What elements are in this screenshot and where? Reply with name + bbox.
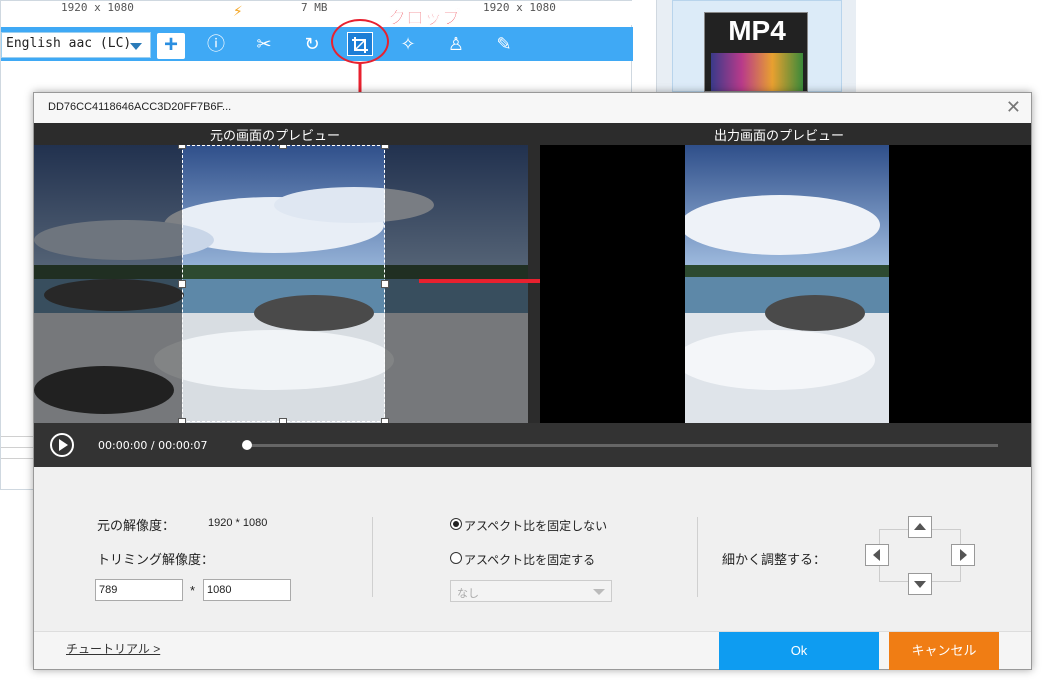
cropped-beach-image (685, 145, 889, 423)
dialog-footer: チュートリアル > Ok キャンセル (34, 631, 1031, 670)
nudge-right-button[interactable] (951, 544, 975, 566)
crop-mask-left (34, 145, 182, 423)
time-display: 00:00:00 / 00:00:07 (98, 439, 208, 452)
crop-settings-panel: 元の解像度： 1920 * 1080 トリミング解像度： 789 * 1080 … (34, 467, 1031, 631)
resolution-info-left: 1920 x 1080 (61, 1, 134, 14)
info-icon[interactable]: ⓘ (203, 32, 229, 56)
mp4-format-thumbnail: MP4 (704, 12, 808, 92)
playback-bar: 00:00:00 / 00:00:07 (34, 423, 1031, 467)
crop-highlight-ellipse (331, 19, 389, 64)
trim-height-input[interactable]: 1080 (203, 579, 291, 601)
aspect-free-radio[interactable]: アスペクト比を固定しない (450, 517, 607, 534)
crop-dialog: DD76CC4118646ACC3D20FF7B6F... ✕ 元の画面のプレビ… (33, 92, 1032, 670)
seek-track[interactable] (246, 444, 998, 447)
nudge-left-button[interactable] (865, 544, 889, 566)
film-strip-image (711, 53, 803, 91)
trim-width-input[interactable]: 789 (95, 579, 183, 601)
crop-handle-left[interactable] (178, 280, 186, 288)
audio-track-select[interactable]: English aac (LC) (1, 32, 151, 58)
nudge-down-button[interactable] (908, 573, 932, 595)
cancel-button[interactable]: キャンセル (889, 632, 999, 670)
add-audio-button[interactable]: + (157, 33, 185, 59)
resolution-info-right: 1920 x 1080 (483, 1, 556, 14)
aspect-ratio-value: なし (457, 588, 479, 600)
nudge-up-button[interactable] (908, 516, 932, 538)
current-time: 00:00:00 (98, 439, 148, 452)
arrow-left-icon (873, 549, 880, 561)
convert-bolt-icon: ⚡ (233, 1, 243, 20)
arrow-up-icon (914, 523, 926, 530)
aspect-fixed-label: アスペクト比を固定する (464, 553, 596, 567)
dialog-titlebar: DD76CC4118646ACC3D20FF7B6F... ✕ (34, 93, 1031, 123)
scissors-icon[interactable]: ✂ (251, 32, 277, 56)
aspect-free-label: アスペクト比を固定しない (464, 519, 608, 533)
effects-wand-icon[interactable]: ✧ (395, 32, 421, 56)
tutorial-link[interactable]: チュートリアル > (66, 640, 160, 657)
divider (697, 517, 698, 597)
play-icon[interactable] (50, 433, 74, 457)
radio-checked-icon (450, 518, 462, 530)
file-info-bar: 1920 x 1080 ⚡ 7 MB 1920 x 1080 (1, 1, 633, 25)
preview-area: 元の画面のプレビュー 出力画面のプレビュー 00:00:00 / 00:00:0… (34, 123, 1031, 467)
rotate-icon[interactable]: ↻ (299, 32, 325, 56)
subtitle-edit-icon[interactable]: ✎ (491, 32, 517, 56)
radio-unchecked-icon (450, 552, 462, 564)
mp4-label: MP4 (728, 15, 786, 46)
arrow-down-icon (914, 581, 926, 588)
watermark-stamp-icon[interactable]: ♙ (443, 32, 469, 56)
arrow-right-icon (960, 549, 967, 561)
dialog-title: DD76CC4118646ACC3D20FF7B6F... (48, 101, 232, 113)
original-resolution-label: 元の解像度： (97, 518, 176, 533)
seek-knob[interactable] (242, 440, 252, 450)
crop-handle-right[interactable] (381, 280, 389, 288)
fine-adjust-label: 細かく調整する： (722, 552, 827, 567)
time-separator: / (150, 439, 155, 452)
original-preview-label: 元の画面のプレビュー (210, 128, 341, 143)
multiply-sign: * (190, 583, 196, 598)
divider (372, 517, 373, 597)
close-icon[interactable]: ✕ (1006, 97, 1021, 118)
crop-annotation-label: クロップ (388, 8, 461, 29)
output-preview-label: 出力画面のプレビュー (714, 128, 845, 143)
aspect-fixed-radio[interactable]: アスペクト比を固定する (450, 551, 595, 568)
crop-selection-box[interactable] (182, 145, 385, 422)
ok-button[interactable]: Ok (719, 632, 879, 670)
edit-toolbar: English aac (LC) + ⓘ ✂ ↻ ✧ ♙ ✎ (1, 27, 633, 61)
aspect-ratio-dropdown: なし (450, 580, 612, 602)
crop-handle-top[interactable] (279, 145, 287, 149)
original-resolution-value: 1920 * 1080 (208, 517, 268, 529)
crop-handle-top-right[interactable] (381, 145, 389, 149)
chevron-down-icon (593, 589, 605, 595)
chevron-down-icon (130, 43, 142, 50)
trim-resolution-label: トリミング解像度： (97, 552, 215, 567)
size-info: 7 MB (301, 1, 328, 14)
background-list-lines (1, 426, 35, 486)
total-time: 00:00:07 (158, 439, 208, 452)
crop-handle-top-left[interactable] (178, 145, 186, 149)
output-preview-frame (540, 145, 1031, 423)
screenshot-root: 1920 x 1080 ⚡ 7 MB 1920 x 1080 English a… (0, 0, 1046, 687)
audio-track-value: English aac (LC) (6, 36, 132, 51)
